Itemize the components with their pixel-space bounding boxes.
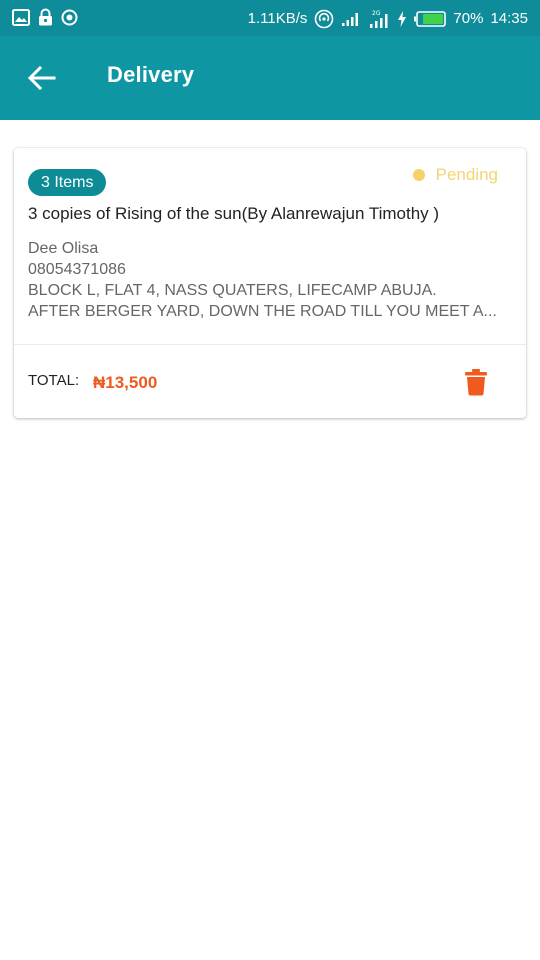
address-line-1: BLOCK L, FLAT 4, NASS QUATERS, LIFECAMP … bbox=[28, 282, 437, 299]
order-title: 3 copies of Rising of the sun(By Alanrew… bbox=[28, 204, 440, 223]
page-title: Delivery bbox=[107, 62, 195, 87]
status-label: Pending bbox=[435, 165, 498, 184]
battery-icon bbox=[414, 11, 447, 27]
status-dot bbox=[412, 169, 425, 181]
image-icon bbox=[12, 8, 30, 26]
status-bar-left-icons bbox=[12, 8, 78, 26]
circle-icon bbox=[61, 9, 78, 25]
items-count-badge: 3 Items bbox=[28, 169, 107, 196]
charging-icon bbox=[398, 11, 407, 27]
app-bar: Delivery bbox=[0, 36, 540, 120]
order-card[interactable]: 3 Items Pending 3 copies of Rising of th… bbox=[14, 148, 526, 418]
clock: 14:35 bbox=[490, 10, 528, 27]
status-bar: 1.11KB/s 2G 70% 14:35 bbox=[0, 0, 540, 36]
signal-2-icon: 2G bbox=[370, 10, 388, 28]
arrow-left-icon bbox=[27, 65, 56, 91]
total-value: ₦13,500 bbox=[93, 373, 158, 392]
address-line-2: AFTER BERGER YARD, DOWN THE ROAD TILL YO… bbox=[28, 303, 497, 320]
recipient-name: Dee Olisa bbox=[28, 240, 99, 257]
delete-button[interactable] bbox=[464, 368, 488, 396]
signal-icon bbox=[342, 13, 359, 26]
network-speed: 1.11KB/s bbox=[247, 10, 308, 27]
back-button[interactable] bbox=[24, 62, 60, 94]
status-bar-right: 1.11KB/s 2G 70% 14:35 bbox=[248, 9, 528, 29]
delivery-details: Dee Olisa 08054371086 BLOCK L, FLAT 4, N… bbox=[28, 238, 518, 322]
battery-percent: 70% bbox=[453, 10, 484, 27]
recipient-phone: 08054371086 bbox=[28, 261, 126, 278]
card-divider bbox=[14, 344, 526, 345]
lock-icon bbox=[39, 8, 52, 26]
order-status: Pending bbox=[412, 165, 498, 185]
total-label: TOTAL: bbox=[28, 372, 80, 389]
trash-icon bbox=[465, 369, 487, 396]
svg-text:2G: 2G bbox=[372, 10, 381, 17]
hotspot-icon bbox=[315, 9, 334, 29]
